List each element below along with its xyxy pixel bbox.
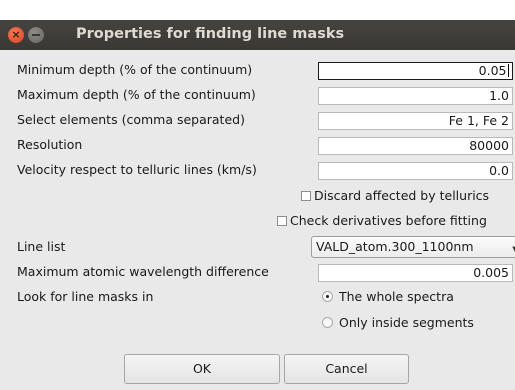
properties-dialog: × Properties for finding line masks Mini… bbox=[0, 20, 515, 390]
radio-selected-icon[interactable] bbox=[322, 291, 333, 302]
discard-tellurics-checkbox[interactable]: Discard affected by tellurics bbox=[301, 188, 489, 203]
whole-spectra-radio[interactable]: The whole spectra bbox=[322, 289, 454, 304]
checkbox-box[interactable] bbox=[301, 191, 311, 201]
max-depth-label: Maximum depth (% of the continuum) bbox=[17, 87, 256, 102]
line-list-select[interactable]: VALD_atom.300_1100nm ▼ bbox=[311, 236, 515, 258]
max-depth-field[interactable]: 1.0 bbox=[318, 87, 513, 105]
only-segments-radio[interactable]: Only inside segments bbox=[322, 315, 474, 330]
wavelength-diff-field[interactable]: 0.005 bbox=[318, 264, 513, 282]
only-segments-label: Only inside segments bbox=[339, 315, 474, 330]
min-depth-value: 0.05 bbox=[478, 63, 507, 78]
text-caret bbox=[507, 64, 509, 77]
resolution-label: Resolution bbox=[17, 137, 83, 152]
ok-button[interactable]: OK bbox=[124, 354, 280, 384]
checkbox-box[interactable] bbox=[277, 216, 287, 226]
elements-field[interactable]: Fe 1, Fe 2 bbox=[318, 112, 513, 130]
min-depth-label: Minimum depth (% of the continuum) bbox=[17, 62, 253, 77]
radio-unselected-icon[interactable] bbox=[322, 317, 333, 328]
title-bar: × Properties for finding line masks bbox=[0, 20, 515, 50]
min-depth-field[interactable]: 0.05 bbox=[318, 62, 513, 80]
discard-tellurics-label: Discard affected by tellurics bbox=[314, 188, 490, 203]
resolution-field[interactable]: 80000 bbox=[318, 137, 513, 155]
check-derivatives-checkbox[interactable]: Check derivatives before fitting bbox=[277, 213, 487, 228]
look-for-label: Look for line masks in bbox=[17, 289, 154, 304]
check-derivatives-label: Check derivatives before fitting bbox=[290, 213, 487, 228]
elements-label: Select elements (comma separated) bbox=[17, 112, 245, 127]
cancel-button[interactable]: Cancel bbox=[284, 354, 409, 384]
line-list-label: Line list bbox=[17, 239, 66, 254]
window-title: Properties for finding line masks bbox=[76, 26, 345, 42]
minimize-icon[interactable] bbox=[28, 27, 44, 43]
whole-spectra-label: The whole spectra bbox=[339, 289, 454, 304]
line-list-selected: VALD_atom.300_1100nm bbox=[316, 239, 474, 254]
velocity-field[interactable]: 0.0 bbox=[318, 162, 513, 180]
close-icon[interactable]: × bbox=[8, 27, 24, 43]
wavelength-diff-label: Maximum atomic wavelength difference bbox=[17, 264, 269, 279]
velocity-label: Velocity respect to telluric lines (km/s… bbox=[17, 162, 257, 177]
